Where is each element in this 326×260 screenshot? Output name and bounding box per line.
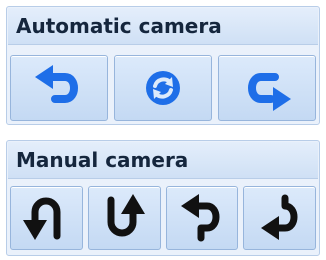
manual-u-turn-up-button[interactable] — [87, 186, 161, 250]
auto-rotate-right-button[interactable] — [218, 55, 316, 121]
automatic-camera-buttons — [10, 55, 316, 121]
automatic-camera-panel: Automatic camera — [6, 6, 320, 125]
arc-left-arrow-icon — [23, 197, 61, 240]
automatic-camera-title: Automatic camera — [16, 14, 222, 38]
manual-camera-title: Manual camera — [16, 148, 189, 172]
automatic-camera-header: Automatic camera — [8, 8, 318, 45]
manual-camera-panel: Manual camera — [6, 140, 320, 256]
hook-right-arrow-icon — [260, 194, 298, 240]
manual-camera-header: Manual camera — [8, 142, 318, 179]
hook-left-arrow-icon — [180, 194, 220, 242]
auto-refresh-button[interactable] — [114, 55, 212, 121]
manual-hook-right-button[interactable] — [243, 186, 316, 250]
manual-arc-left-button[interactable] — [10, 186, 83, 250]
rotate-left-arrow-icon — [35, 65, 78, 103]
auto-rotate-left-button[interactable] — [10, 55, 108, 121]
manual-camera-buttons — [10, 186, 316, 250]
manual-hook-left-button[interactable] — [165, 186, 239, 250]
u-turn-up-arrow-icon — [107, 194, 146, 237]
refresh-icon — [146, 71, 180, 105]
rotate-right-arrow-icon — [248, 73, 291, 111]
